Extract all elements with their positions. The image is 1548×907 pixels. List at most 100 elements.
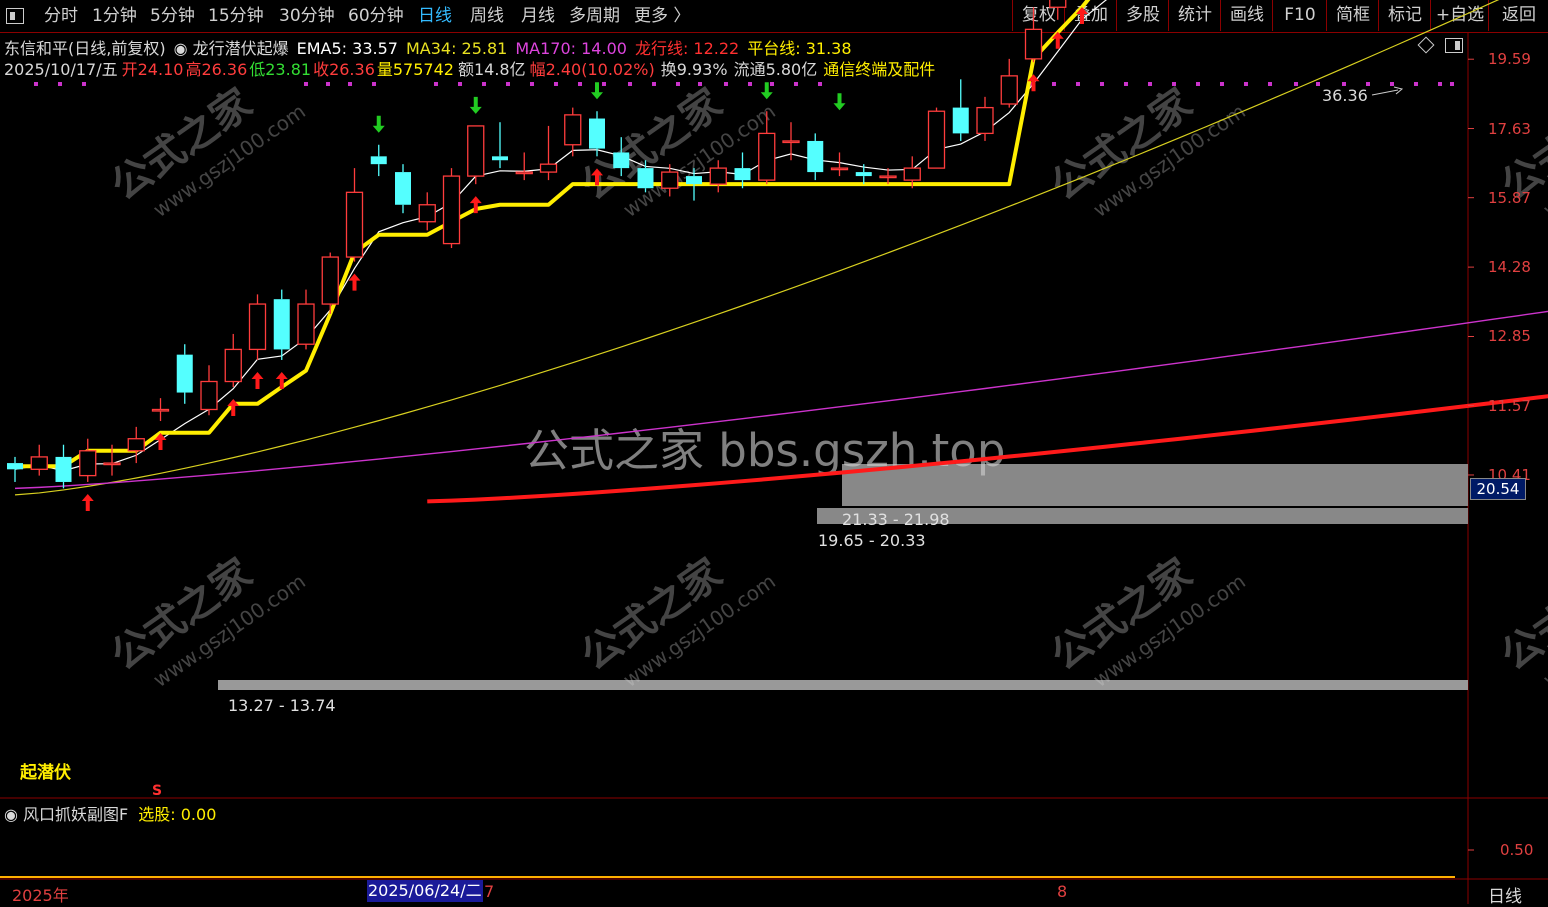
watermark-tile-4: 公式之家www.gszj100.com xyxy=(573,527,780,703)
top-dot-1 xyxy=(58,82,62,86)
candle-body xyxy=(662,172,678,188)
candle-9 xyxy=(225,334,241,387)
top-dot-25 xyxy=(1052,82,1056,86)
candle-33 xyxy=(807,133,823,180)
time-axis-month-7: 7 xyxy=(484,882,494,901)
candle-body xyxy=(1026,29,1042,59)
candle-body xyxy=(589,119,605,149)
candle-body xyxy=(56,457,72,482)
price-axis-label-7: 15.87 xyxy=(1488,189,1531,207)
candle-13 xyxy=(322,253,338,314)
candle-12 xyxy=(298,290,314,350)
candle-body xyxy=(856,172,872,176)
top-dot-3 xyxy=(304,82,308,86)
candle-39 xyxy=(953,79,969,141)
candle-body xyxy=(419,205,435,222)
top-dot-11 xyxy=(530,82,534,86)
s-mark: S xyxy=(152,783,162,799)
candle-body xyxy=(104,463,120,465)
watermark-tile-3: 公式之家www.gszj100.com xyxy=(103,527,310,703)
candle-43 xyxy=(1050,0,1066,20)
sub-axis-label: 0.50 xyxy=(1500,841,1533,859)
candle-41 xyxy=(1001,59,1017,108)
candle-body xyxy=(880,176,896,178)
top-dot-10 xyxy=(506,82,510,86)
top-dot-31 xyxy=(1196,82,1200,86)
candle-22 xyxy=(541,126,557,180)
candle-10 xyxy=(250,294,266,360)
candle-21 xyxy=(516,152,532,180)
candle-body xyxy=(395,172,411,205)
top-dot-22 xyxy=(794,82,798,86)
candle-body xyxy=(613,152,629,168)
top-dot-2 xyxy=(82,82,86,86)
time-axis-month-8: 8 xyxy=(1057,882,1067,901)
candle-3 xyxy=(80,439,96,482)
candle-body xyxy=(153,409,169,411)
center-watermark: 公式之家 bbs.gszh.top xyxy=(524,424,1005,477)
top-dot-6 xyxy=(372,82,376,86)
candle-body xyxy=(541,164,557,172)
period-button[interactable]: 日线 xyxy=(1488,882,1522,907)
candle-23 xyxy=(565,108,581,157)
candle-7 xyxy=(177,344,193,404)
top-dot-16 xyxy=(652,82,656,86)
platform-line xyxy=(15,0,1548,466)
candle-6 xyxy=(153,398,169,421)
watermark-tile-7: 公式之家www.gszj100.com xyxy=(1493,527,1548,703)
top-dot-34 xyxy=(1268,82,1272,86)
candle-body xyxy=(832,168,848,170)
panel-toggle-icon[interactable] xyxy=(1445,38,1463,53)
zone-bottom xyxy=(218,680,1468,690)
top-dot-12 xyxy=(554,82,558,86)
candle-35 xyxy=(856,164,872,184)
ma34-line xyxy=(15,0,1548,495)
candle-body xyxy=(1001,76,1017,104)
top-dot-23 xyxy=(818,82,822,86)
candle-17 xyxy=(419,192,435,230)
stamp-label: 起潜伏 xyxy=(19,762,71,783)
candle-body xyxy=(274,299,290,349)
candle-8 xyxy=(201,365,217,415)
platform-zones xyxy=(218,464,1468,690)
candle-18 xyxy=(444,168,460,248)
top-dot-14 xyxy=(602,82,606,86)
time-axis: 2025年 2025/06/24/二 7 8 日线 xyxy=(0,879,1548,904)
candle-body xyxy=(759,133,775,180)
candle-14 xyxy=(347,168,363,261)
top-dot-15 xyxy=(628,82,632,86)
top-dot-20 xyxy=(748,82,752,86)
top-dot-27 xyxy=(1100,82,1104,86)
price-axis-label-9: 12.85 xyxy=(1488,327,1531,345)
candle-body xyxy=(322,257,338,304)
top-dot-7 xyxy=(434,82,438,86)
sub-indicator-name[interactable]: 风口抓妖副图F xyxy=(23,805,128,824)
current-price-tag: 20.54 xyxy=(1470,478,1526,500)
top-dot-0 xyxy=(34,82,38,86)
up-signal-arrow-0 xyxy=(82,494,94,511)
top-dot-32 xyxy=(1220,82,1224,86)
candle-body xyxy=(516,172,532,174)
up-signal-arrow-3 xyxy=(252,372,264,389)
sub-settings-icon[interactable]: ◉ xyxy=(4,805,23,824)
candle-2 xyxy=(56,445,72,489)
top-dot-9 xyxy=(482,82,486,86)
top-dot-36 xyxy=(1316,82,1320,86)
watermark-tile-2: 公式之家www.gszj100.com xyxy=(1043,57,1250,233)
top-dot-29 xyxy=(1148,82,1152,86)
candle-16 xyxy=(395,164,411,213)
candle-body xyxy=(492,156,508,160)
candle-body xyxy=(468,126,484,176)
sub-chart-header: ◉ 风口抓妖副图F 选股: 0.00 xyxy=(4,801,216,825)
sub-indicator-value: 选股: 0.00 xyxy=(138,805,216,824)
top-dot-4 xyxy=(326,82,330,86)
price-axis-label-10: 11.57 xyxy=(1488,397,1531,415)
candle-body xyxy=(7,463,23,469)
kline-chart[interactable]: 公式之家www.gszj100.com 公式之家www.gszj100.com 公式… xyxy=(0,0,1548,904)
ema5-line xyxy=(15,0,1548,471)
top-dot-21 xyxy=(770,82,774,86)
candle-body xyxy=(735,168,751,180)
top-dot-33 xyxy=(1244,82,1248,86)
top-dot-40 xyxy=(1414,82,1418,86)
candle-body xyxy=(347,192,363,257)
